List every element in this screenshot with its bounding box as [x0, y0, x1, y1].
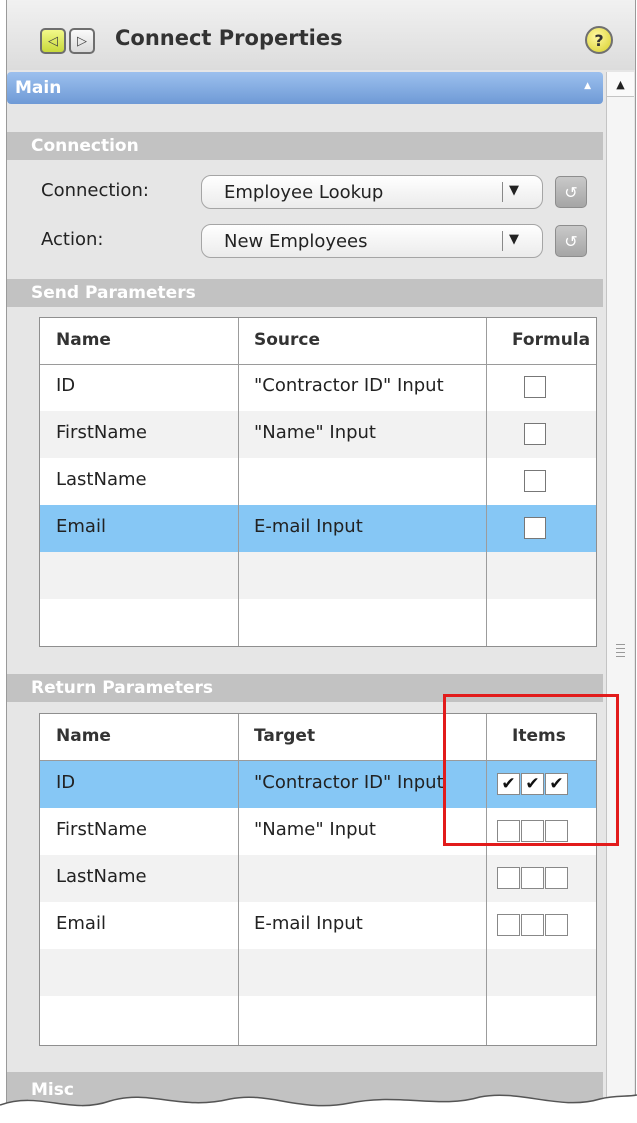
item-checkbox[interactable]	[545, 914, 568, 936]
back-arrow-icon: ◁	[48, 33, 58, 49]
action-refresh-button[interactable]: ↺	[555, 225, 587, 257]
forward-button[interactable]: ▷	[69, 28, 95, 54]
action-dropdown[interactable]: New Employees ▼	[201, 224, 543, 258]
item-checkbox[interactable]	[545, 867, 568, 889]
check-icon: ✔	[501, 773, 516, 794]
misc-section-header[interactable]: Misc	[7, 1072, 603, 1112]
param-name-cell: FirstName	[56, 422, 147, 443]
formula-checkbox[interactable]	[524, 517, 546, 539]
param-name-cell: FirstName	[56, 819, 147, 840]
main-section-header[interactable]: Main ▲	[7, 72, 603, 104]
empty-table-row[interactable]	[40, 552, 596, 599]
param-name-cell: LastName	[56, 866, 147, 887]
column-divider	[238, 318, 239, 646]
column-divider	[238, 714, 239, 1045]
param-name-cell: LastName	[56, 469, 147, 490]
table-row-selected[interactable]: ID "Contractor ID" Input ✔ ✔ ✔	[40, 761, 596, 808]
item-checkbox[interactable]	[497, 820, 520, 842]
chevron-down-icon: ▼	[509, 232, 519, 247]
check-icon: ✔	[525, 773, 540, 794]
chevron-down-icon: ▼	[509, 183, 519, 198]
param-target-cell[interactable]: "Contractor ID" Input	[254, 772, 490, 793]
item-checkbox[interactable]	[497, 914, 520, 936]
column-divider	[486, 318, 487, 646]
column-header-items[interactable]: Items	[512, 726, 566, 746]
table-header-row: Name Target Items	[40, 714, 596, 761]
item-checkbox[interactable]	[497, 867, 520, 889]
send-parameters-table: Name Source Formula ID "Contractor ID" I…	[39, 317, 597, 647]
param-target-cell[interactable]: "Name" Input	[254, 819, 490, 840]
connect-properties-panel: ◁ ▷ Connect Properties ? Main ▲ ▲ Connec…	[6, 0, 636, 1123]
connection-section-header[interactable]: Connection	[7, 132, 603, 160]
connection-dropdown[interactable]: Employee Lookup ▼	[201, 175, 543, 209]
send-parameters-section-header[interactable]: Send Parameters	[7, 279, 603, 307]
scroll-up-icon: ▲	[616, 77, 625, 91]
item-checkbox[interactable]	[521, 820, 544, 842]
connection-refresh-button[interactable]: ↺	[555, 176, 587, 208]
dropdown-separator	[502, 231, 503, 251]
scroll-grip-icon[interactable]	[616, 644, 625, 658]
formula-checkbox[interactable]	[524, 470, 546, 492]
param-name-cell: Email	[56, 516, 106, 537]
param-name-cell: ID	[56, 375, 76, 396]
action-label: Action:	[41, 229, 104, 250]
column-header-formula[interactable]: Formula	[512, 330, 590, 350]
connection-label: Connection:	[41, 180, 149, 201]
item-checkbox-checked[interactable]: ✔	[521, 773, 544, 795]
misc-section-label: Misc	[31, 1080, 74, 1100]
connection-section-label: Connection	[31, 136, 139, 156]
item-checkbox-checked[interactable]: ✔	[545, 773, 568, 795]
table-row[interactable]: LastName	[40, 458, 596, 505]
item-checkbox[interactable]	[521, 867, 544, 889]
formula-checkbox[interactable]	[524, 376, 546, 398]
column-divider	[486, 714, 487, 1045]
main-section-label: Main	[15, 78, 62, 98]
item-checkbox[interactable]	[545, 820, 568, 842]
formula-checkbox[interactable]	[524, 423, 546, 445]
return-parameters-section-header[interactable]: Return Parameters	[7, 674, 603, 702]
dropdown-separator	[502, 182, 503, 202]
connection-dropdown-value: Employee Lookup	[224, 182, 384, 203]
param-source-cell[interactable]: "Contractor ID" Input	[254, 375, 490, 396]
param-name-cell: Email	[56, 913, 106, 934]
column-header-source[interactable]: Source	[254, 330, 320, 350]
table-row[interactable]: Email E-mail Input	[40, 902, 596, 949]
table-row[interactable]: ID "Contractor ID" Input	[40, 364, 596, 411]
column-header-target[interactable]: Target	[254, 726, 315, 746]
param-source-cell[interactable]: "Name" Input	[254, 422, 490, 443]
send-parameters-label: Send Parameters	[31, 283, 196, 303]
empty-table-row[interactable]	[40, 949, 596, 996]
return-parameters-table: Name Target Items ID "Contractor ID" Inp…	[39, 713, 597, 1046]
empty-table-row[interactable]	[40, 599, 596, 646]
vertical-scrollbar[interactable]: ▲	[606, 72, 634, 1123]
refresh-icon: ↺	[564, 182, 578, 202]
column-header-name[interactable]: Name	[56, 726, 111, 746]
forward-arrow-icon: ▷	[77, 33, 87, 49]
empty-table-row[interactable]	[40, 996, 596, 1043]
panel-title: Connect Properties	[115, 26, 343, 50]
table-row[interactable]: FirstName "Name" Input	[40, 808, 596, 855]
item-checkbox[interactable]	[521, 914, 544, 936]
action-dropdown-value: New Employees	[224, 231, 368, 252]
param-target-cell[interactable]: E-mail Input	[254, 913, 490, 934]
back-button[interactable]: ◁	[40, 28, 66, 54]
help-button[interactable]: ?	[585, 26, 613, 54]
table-row[interactable]: FirstName "Name" Input	[40, 411, 596, 458]
check-icon: ✔	[549, 773, 564, 794]
param-source-cell[interactable]: E-mail Input	[254, 516, 490, 537]
table-header-row: Name Source Formula	[40, 318, 596, 365]
title-bar: ◁ ▷ Connect Properties ?	[7, 0, 635, 70]
column-header-name[interactable]: Name	[56, 330, 111, 350]
item-checkbox-checked[interactable]: ✔	[497, 773, 520, 795]
return-parameters-label: Return Parameters	[31, 678, 213, 698]
param-name-cell: ID	[56, 772, 76, 793]
scroll-up-button[interactable]: ▲	[607, 72, 634, 97]
table-row-selected[interactable]: Email E-mail Input	[40, 505, 596, 552]
refresh-icon: ↺	[564, 231, 578, 251]
table-row[interactable]: LastName	[40, 855, 596, 902]
help-icon: ?	[594, 30, 604, 50]
collapse-icon: ▲	[584, 81, 591, 91]
